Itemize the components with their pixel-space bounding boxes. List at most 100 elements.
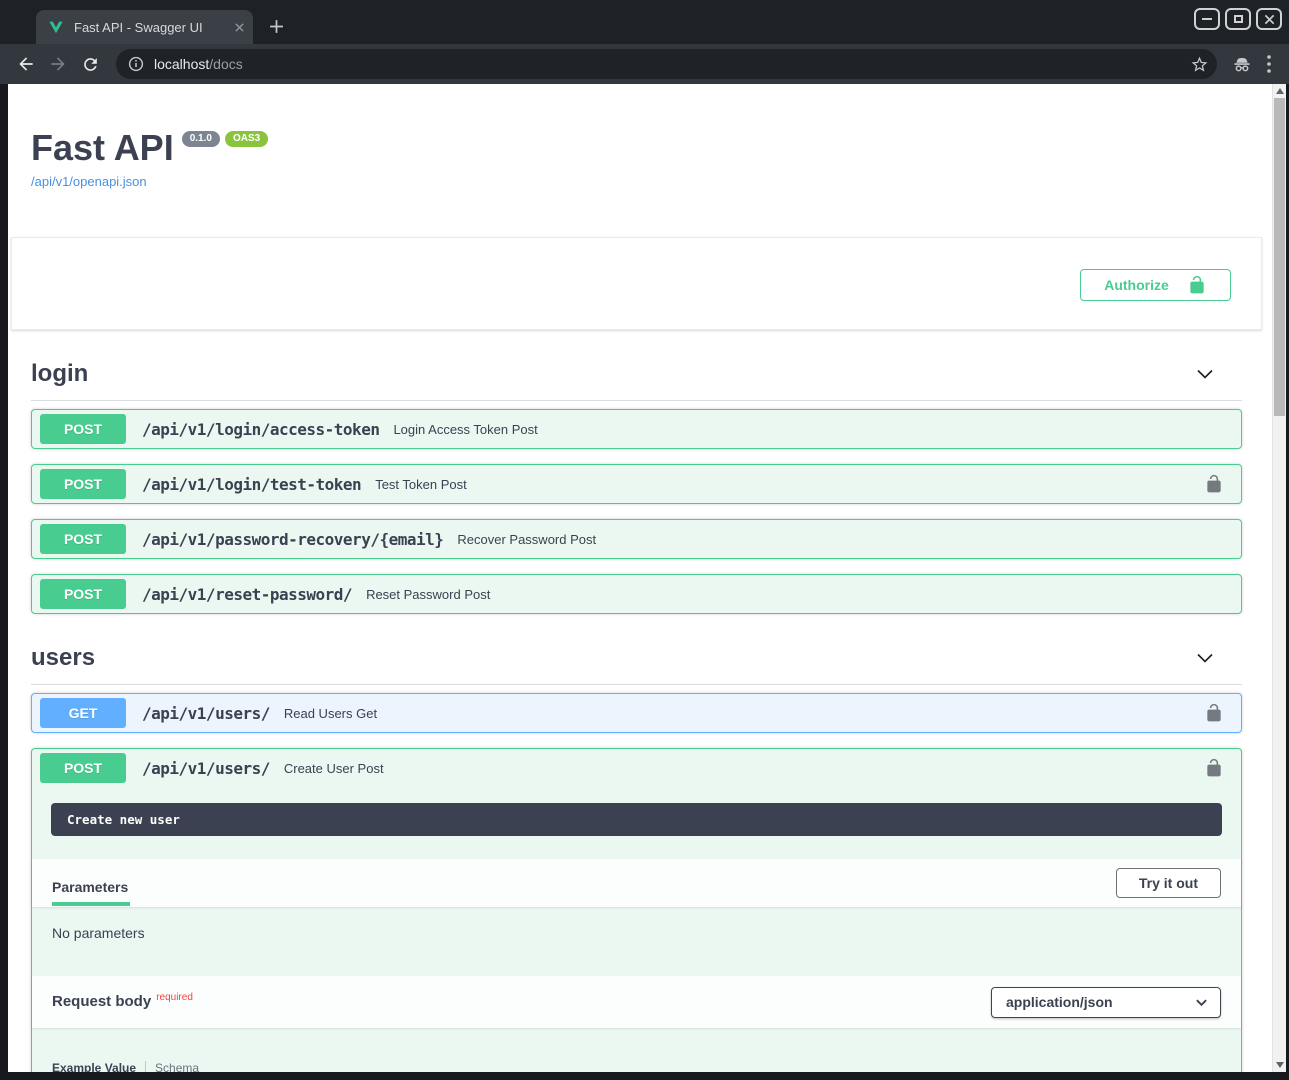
site-info-icon[interactable] <box>128 56 144 72</box>
operation-summary[interactable]: POST /api/v1/users/ Create User Post <box>32 749 1241 787</box>
address-bar[interactable]: localhost/docs <box>116 49 1217 79</box>
minimize-icon <box>1202 18 1212 20</box>
parameters-header: Parameters Try it out <box>32 859 1241 907</box>
operation-path: /api/v1/password-recovery/{email} <box>142 530 443 549</box>
content-type-value: application/json <box>1006 994 1113 1010</box>
operation-summary[interactable]: POST /api/v1/reset-password/ Reset Passw… <box>32 575 1241 613</box>
opblock-login-0: POST /api/v1/login/access-token Login Ac… <box>31 409 1242 449</box>
opblock-login-2: POST /api/v1/password-recovery/{email} R… <box>31 519 1242 559</box>
browser-toolbar: localhost/docs <box>0 44 1289 84</box>
operation-path: /api/v1/reset-password/ <box>142 585 352 604</box>
api-operations: login POST /api/v1/login/access-token Lo… <box>31 352 1242 1072</box>
operation-path: /api/v1/login/test-token <box>142 475 361 494</box>
tag-header-users[interactable]: users <box>31 636 1242 685</box>
operation-description: Create new user <box>51 803 1222 836</box>
method-badge: POST <box>40 579 126 609</box>
tab-example-value[interactable]: Example Value <box>52 1061 136 1072</box>
tag-section-users: users GET /api/v1/users/ Read Users Get … <box>31 636 1242 1072</box>
incognito-icon <box>1231 53 1253 75</box>
model-example: Example Value Schema { <box>52 1061 1221 1072</box>
tag-title: login <box>31 360 1195 388</box>
tag-header-login[interactable]: login <box>31 352 1242 401</box>
content-type-select[interactable]: application/json <box>991 987 1221 1018</box>
required-badge: required <box>156 992 193 1003</box>
request-body-header: Request body required application/json <box>32 976 1241 1028</box>
operation-summary[interactable]: GET /api/v1/users/ Read Users Get <box>32 694 1241 732</box>
chevron-down-icon[interactable] <box>1195 364 1215 384</box>
bookmark-star-icon[interactable] <box>1190 55 1209 74</box>
tag-operations: POST /api/v1/login/access-token Login Ac… <box>31 401 1242 614</box>
scrollbar-thumb[interactable] <box>1274 98 1285 416</box>
request-body-label: Request body <box>52 993 151 1010</box>
close-button[interactable] <box>1256 8 1282 30</box>
page-viewport: Fast API 0.1.0 OAS3 /api/v1/openapi.json A… <box>8 84 1286 1072</box>
url-path: /docs <box>209 56 242 72</box>
forward-button[interactable] <box>44 50 72 78</box>
operation-summary[interactable]: POST /api/v1/login/test-token Test Token… <box>32 465 1241 503</box>
window-titlebar: Fast API - Swagger UI <box>0 0 1289 44</box>
operation-summary-text: Recover Password Post <box>457 532 1241 547</box>
scroll-down-arrow[interactable] <box>1273 1058 1286 1072</box>
example-tabs: Example Value Schema <box>52 1061 1221 1072</box>
unlock-icon <box>1187 275 1207 295</box>
browser-menu-icon[interactable] <box>1267 55 1271 73</box>
tab-close-icon[interactable] <box>234 22 245 33</box>
operation-summary-text: Read Users Get <box>284 706 1194 721</box>
select-chevron-icon <box>1195 996 1208 1009</box>
authorize-label: Authorize <box>1104 277 1169 293</box>
maximize-button[interactable] <box>1225 8 1251 30</box>
method-badge: POST <box>40 469 126 499</box>
openapi-spec-link[interactable]: /api/v1/openapi.json <box>31 174 147 189</box>
back-button[interactable] <box>12 50 40 78</box>
scroll-up-arrow[interactable] <box>1273 84 1286 98</box>
opblock-users-0: GET /api/v1/users/ Read Users Get <box>31 693 1242 733</box>
browser-tab[interactable]: Fast API - Swagger UI <box>36 10 253 44</box>
url-host: localhost <box>154 56 209 72</box>
try-it-out-button[interactable]: Try it out <box>1116 868 1221 898</box>
operation-path: /api/v1/login/access-token <box>142 420 379 439</box>
operation-summary[interactable]: POST /api/v1/password-recovery/{email} R… <box>32 520 1241 558</box>
method-badge: POST <box>40 414 126 444</box>
operation-summary-text: Create User Post <box>284 761 1194 776</box>
tab-schema[interactable]: Schema <box>155 1061 199 1072</box>
operation-path: /api/v1/users/ <box>142 759 270 778</box>
version-badge: 0.1.0 <box>182 131 220 147</box>
operation-body: Create new user Parameters Try it out No… <box>32 803 1241 1072</box>
operation-summary-text: Reset Password Post <box>366 587 1241 602</box>
window-controls <box>1194 8 1282 30</box>
chevron-down-icon[interactable] <box>1195 648 1215 668</box>
tag-operations: GET /api/v1/users/ Read Users Get POST /… <box>31 685 1242 1072</box>
method-badge: POST <box>40 753 126 783</box>
tab-title: Fast API - Swagger UI <box>74 20 228 35</box>
api-info: Fast API 0.1.0 OAS3 /api/v1/openapi.json <box>8 84 1272 191</box>
api-title-text: Fast API <box>31 127 174 168</box>
scheme-container: Authorize <box>11 237 1262 330</box>
page-title: Fast API 0.1.0 OAS3 <box>31 130 1272 166</box>
lock-open-icon[interactable] <box>1204 474 1224 494</box>
method-badge: GET <box>40 698 126 728</box>
tag-title: users <box>31 644 1195 672</box>
fastapi-favicon-icon <box>48 19 64 35</box>
operation-summary-text: Test Token Post <box>375 477 1194 492</box>
opblock-users-1: POST /api/v1/users/ Create User Post Cre… <box>31 748 1242 1072</box>
oas3-badge: OAS3 <box>225 131 268 147</box>
operation-summary-text: Login Access Token Post <box>393 422 1241 437</box>
lock-open-icon[interactable] <box>1204 703 1224 723</box>
minimize-button[interactable] <box>1194 8 1220 30</box>
request-body-title: Request body required <box>52 993 193 1011</box>
no-parameters-text: No parameters <box>32 907 1241 953</box>
opblock-login-3: POST /api/v1/reset-password/ Reset Passw… <box>31 574 1242 614</box>
close-icon <box>1264 14 1275 25</box>
tab-parameters[interactable]: Parameters <box>52 866 130 906</box>
page-scrollbar[interactable] <box>1272 84 1286 1072</box>
method-badge: POST <box>40 524 126 554</box>
authorize-button[interactable]: Authorize <box>1080 269 1231 301</box>
maximize-icon <box>1234 15 1243 23</box>
operation-summary[interactable]: POST /api/v1/login/access-token Login Ac… <box>32 410 1241 448</box>
swagger-ui-page: Fast API 0.1.0 OAS3 /api/v1/openapi.json A… <box>8 84 1272 1072</box>
lock-open-icon[interactable] <box>1204 758 1224 778</box>
operation-path: /api/v1/users/ <box>142 704 270 723</box>
new-tab-button[interactable] <box>262 12 290 40</box>
reload-button[interactable] <box>76 50 104 78</box>
tab-separator <box>145 1061 146 1072</box>
